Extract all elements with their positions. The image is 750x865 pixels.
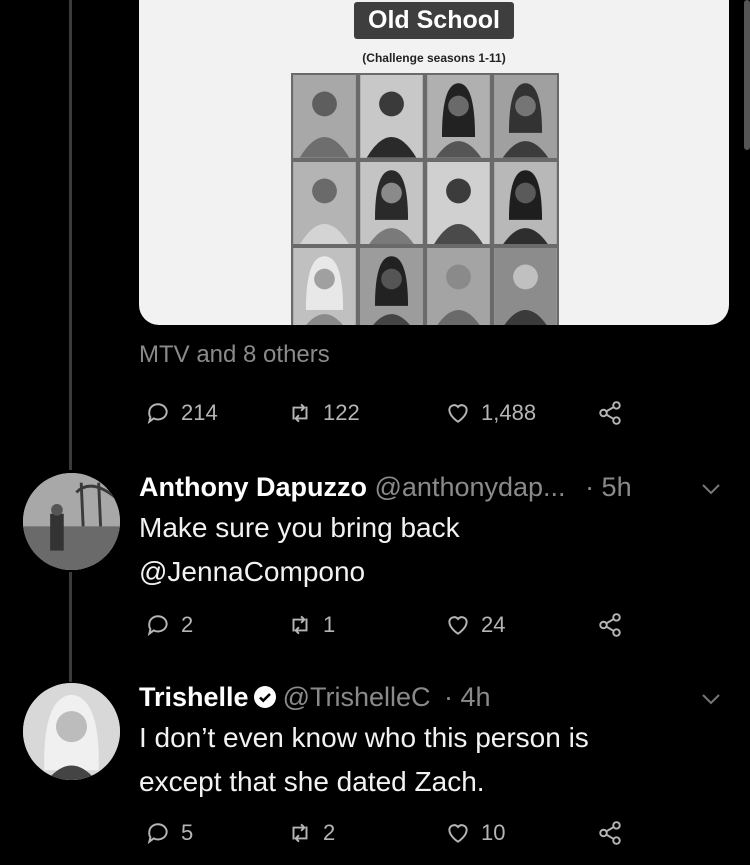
display-name[interactable]: Anthony Dapuzzo	[139, 472, 367, 502]
share-button[interactable]	[597, 612, 623, 638]
cast-photo	[494, 161, 557, 245]
tweet-text-line: Make sure you bring back	[139, 512, 460, 543]
avatar[interactable]	[23, 683, 120, 780]
attribution[interactable]: MTV and 8 others	[139, 341, 330, 369]
tweet-time: · 5h	[585, 472, 632, 502]
reply-count: 214	[181, 400, 218, 425]
like-button[interactable]: 10	[445, 820, 505, 846]
main-actions-bar: 214 122 1,488	[139, 400, 639, 430]
retweet-icon	[292, 403, 308, 423]
reply-icon	[147, 403, 168, 425]
tweet-header: Anthony Dapuzzo @anthonydap... · 5h	[139, 472, 632, 503]
like-button[interactable]: 1,488	[445, 400, 536, 426]
cast-photo	[293, 75, 356, 158]
like-count: 10	[481, 820, 506, 845]
like-icon	[448, 404, 468, 423]
share-icon	[599, 401, 621, 425]
like-count: 24	[481, 612, 506, 637]
retweet-count: 122	[323, 400, 360, 425]
like-icon	[448, 824, 468, 843]
retweet-count: 2	[323, 820, 336, 845]
tweet-text: Make sure you bring back @JennaCompono	[139, 506, 460, 594]
reply-icon	[147, 615, 168, 637]
tweet-actions-bar: 2 1 24	[139, 612, 639, 642]
cast-photo	[494, 75, 557, 158]
cast-photo	[427, 75, 490, 158]
cast-photo	[494, 248, 557, 325]
reply-count: 2	[181, 612, 194, 637]
cast-photo	[427, 248, 490, 325]
user-handle[interactable]: @TrishelleC	[283, 682, 431, 712]
reply-button[interactable]: 5	[145, 820, 193, 846]
display-name[interactable]: Trishelle	[139, 682, 249, 712]
retweet-button[interactable]: 2	[287, 820, 335, 846]
share-button[interactable]	[597, 820, 623, 846]
cast-photo	[360, 248, 423, 325]
thread-line	[69, 0, 72, 470]
verified-badge-icon	[253, 686, 276, 708]
avatar[interactable]	[23, 473, 120, 570]
retweet-button[interactable]: 1	[287, 612, 335, 638]
reply-button[interactable]: 214	[145, 400, 218, 426]
retweet-button[interactable]: 122	[287, 400, 360, 426]
tweet-header: Trishelle @TrishelleC · 4h	[139, 682, 491, 713]
like-button[interactable]: 24	[445, 612, 505, 638]
share-icon	[599, 821, 621, 845]
retweet-count: 1	[323, 612, 336, 637]
timeline: Old School (Challenge seasons 1-11) MTV …	[0, 0, 750, 865]
mention-link[interactable]: @JennaCompono	[139, 550, 460, 594]
photo-grid	[291, 73, 559, 325]
tweet-text-line: except that she dated Zach.	[139, 766, 485, 797]
cast-photo	[427, 161, 490, 245]
card-title: Old School	[354, 2, 514, 39]
tweet-time: · 4h	[444, 682, 491, 712]
retweet-icon	[292, 823, 308, 843]
tweet-actions-bar: 5 2 10	[139, 820, 639, 850]
tweet-text: I don’t even know who this person is exc…	[139, 716, 589, 804]
scrollbar[interactable]	[744, 0, 750, 150]
chevron-down-icon[interactable]	[700, 482, 722, 496]
chevron-down-icon[interactable]	[700, 692, 722, 706]
share-button[interactable]	[597, 400, 623, 426]
cast-photo	[293, 248, 356, 325]
cast-photo	[293, 161, 356, 245]
cast-photo	[360, 161, 423, 245]
share-icon	[599, 613, 621, 637]
card-title-wrap: Old School	[139, 2, 729, 39]
like-count: 1,488	[481, 400, 537, 425]
like-icon	[448, 616, 468, 635]
reply-icon	[147, 823, 168, 845]
reply-count: 5	[181, 820, 194, 845]
card-subtitle: (Challenge seasons 1-11)	[362, 51, 506, 65]
retweet-icon	[292, 615, 308, 635]
reply-button[interactable]: 2	[145, 612, 193, 638]
user-handle[interactable]: @anthonydap...	[375, 472, 566, 502]
cast-photo	[360, 75, 423, 158]
tweet-text-line: I don’t even know who this person is	[139, 722, 589, 753]
thread-line	[69, 572, 72, 682]
media-card[interactable]: Old School (Challenge seasons 1-11)	[139, 0, 729, 325]
